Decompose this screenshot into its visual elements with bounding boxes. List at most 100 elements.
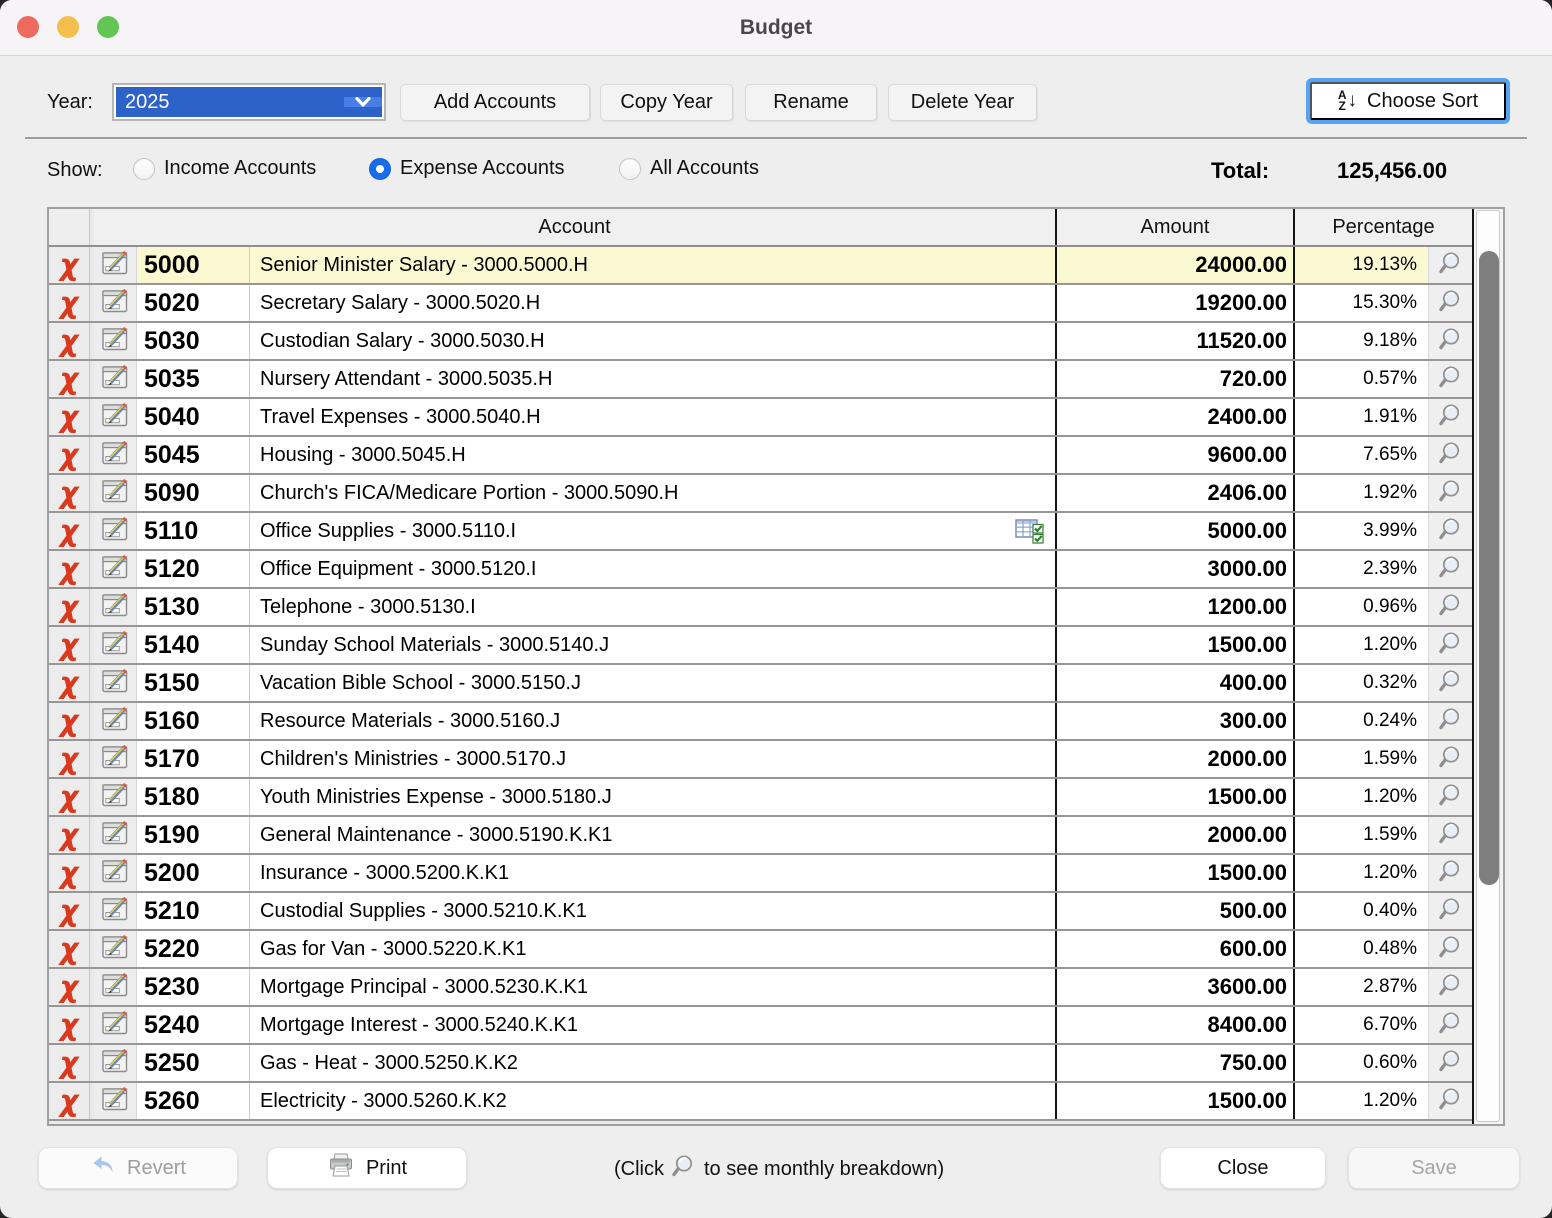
delete-account-button[interactable]: χ: [49, 855, 90, 891]
delete-account-button[interactable]: χ: [49, 1083, 90, 1119]
delete-year-button[interactable]: Delete Year: [888, 84, 1037, 121]
edit-account-button[interactable]: [94, 475, 137, 511]
edit-account-button[interactable]: [94, 589, 137, 625]
delete-account-button[interactable]: χ: [49, 779, 90, 815]
monthly-breakdown-button[interactable]: [1428, 399, 1472, 435]
amount-cell[interactable]: 1500.00: [1055, 627, 1293, 663]
monthly-breakdown-button[interactable]: [1428, 513, 1472, 549]
edit-account-button[interactable]: [94, 437, 137, 473]
delete-account-button[interactable]: χ: [49, 475, 90, 511]
edit-account-button[interactable]: [94, 893, 137, 929]
monthly-breakdown-button[interactable]: [1428, 551, 1472, 587]
amount-cell[interactable]: 300.00: [1055, 703, 1293, 739]
edit-account-button[interactable]: [94, 361, 137, 397]
monthly-breakdown-button[interactable]: [1428, 247, 1472, 283]
edit-account-button[interactable]: [94, 551, 137, 587]
rename-button[interactable]: Rename: [745, 84, 877, 121]
copy-year-button[interactable]: Copy Year: [600, 84, 733, 121]
edit-account-button[interactable]: [94, 931, 137, 967]
delete-account-button[interactable]: χ: [49, 437, 90, 473]
radio-income-accounts[interactable]: Income Accounts: [133, 157, 316, 180]
amount-cell[interactable]: 500.00: [1055, 893, 1293, 929]
monthly-breakdown-button[interactable]: [1428, 323, 1472, 359]
monthly-breakdown-button[interactable]: [1428, 855, 1472, 891]
edit-account-button[interactable]: [94, 665, 137, 701]
edit-account-button[interactable]: [94, 741, 137, 777]
delete-account-button[interactable]: χ: [49, 323, 90, 359]
print-button[interactable]: Print: [267, 1147, 467, 1189]
scrollbar-thumb[interactable]: [1479, 251, 1499, 885]
monthly-breakdown-button[interactable]: [1428, 741, 1472, 777]
amount-cell[interactable]: 24000.00: [1055, 247, 1293, 283]
edit-account-button[interactable]: [94, 1045, 137, 1081]
amount-cell[interactable]: 1500.00: [1055, 1083, 1293, 1119]
delete-account-button[interactable]: χ: [49, 703, 90, 739]
monthly-breakdown-button[interactable]: [1428, 437, 1472, 473]
save-button[interactable]: Save: [1348, 1147, 1520, 1189]
amount-cell[interactable]: 2000.00: [1055, 817, 1293, 853]
delete-account-button[interactable]: χ: [49, 665, 90, 701]
delete-account-button[interactable]: χ: [49, 513, 90, 549]
amount-cell[interactable]: 1500.00: [1055, 855, 1293, 891]
radio-expense-accounts[interactable]: Expense Accounts: [369, 157, 565, 180]
year-select[interactable]: 2025: [112, 83, 386, 121]
edit-account-button[interactable]: [94, 247, 137, 283]
edit-account-button[interactable]: [94, 817, 137, 853]
revert-button[interactable]: Revert: [38, 1147, 238, 1189]
delete-account-button[interactable]: χ: [49, 627, 90, 663]
delete-account-button[interactable]: χ: [49, 285, 90, 321]
amount-cell[interactable]: 400.00: [1055, 665, 1293, 701]
edit-account-button[interactable]: [94, 513, 137, 549]
delete-account-button[interactable]: χ: [49, 1045, 90, 1081]
edit-account-button[interactable]: [94, 779, 137, 815]
monthly-breakdown-button[interactable]: [1428, 361, 1472, 397]
monthly-breakdown-button[interactable]: [1428, 1083, 1472, 1119]
monthly-breakdown-button[interactable]: [1428, 931, 1472, 967]
close-button[interactable]: Close: [1160, 1147, 1326, 1189]
amount-cell[interactable]: 5000.00: [1055, 513, 1293, 549]
monthly-breakdown-button[interactable]: [1428, 1045, 1472, 1081]
delete-account-button[interactable]: χ: [49, 741, 90, 777]
edit-account-button[interactable]: [94, 1007, 137, 1043]
delete-account-button[interactable]: χ: [49, 551, 90, 587]
monthly-breakdown-button[interactable]: [1428, 1007, 1472, 1043]
amount-cell[interactable]: 600.00: [1055, 931, 1293, 967]
amount-cell[interactable]: 3600.00: [1055, 969, 1293, 1005]
amount-cell[interactable]: 3000.00: [1055, 551, 1293, 587]
monthly-breakdown-button[interactable]: [1428, 285, 1472, 321]
monthly-breakdown-button[interactable]: [1428, 589, 1472, 625]
delete-account-button[interactable]: χ: [49, 893, 90, 929]
monthly-breakdown-button[interactable]: [1428, 779, 1472, 815]
monthly-breakdown-button[interactable]: [1428, 627, 1472, 663]
edit-account-button[interactable]: [94, 969, 137, 1005]
amount-cell[interactable]: 2406.00: [1055, 475, 1293, 511]
edit-account-button[interactable]: [94, 627, 137, 663]
delete-account-button[interactable]: χ: [49, 817, 90, 853]
edit-account-button[interactable]: [94, 399, 137, 435]
edit-account-button[interactable]: [94, 855, 137, 891]
delete-account-button[interactable]: χ: [49, 361, 90, 397]
delete-account-button[interactable]: χ: [49, 589, 90, 625]
edit-account-button[interactable]: [94, 703, 137, 739]
amount-cell[interactable]: 19200.00: [1055, 285, 1293, 321]
monthly-breakdown-button[interactable]: [1428, 665, 1472, 701]
delete-account-button[interactable]: χ: [49, 247, 90, 283]
monthly-breakdown-button[interactable]: [1428, 475, 1472, 511]
monthly-breakdown-button[interactable]: [1428, 703, 1472, 739]
monthly-breakdown-button[interactable]: [1428, 893, 1472, 929]
scrollbar-track[interactable]: [1476, 210, 1500, 1122]
add-accounts-button[interactable]: Add Accounts: [400, 84, 590, 121]
monthly-breakdown-button[interactable]: [1428, 969, 1472, 1005]
delete-account-button[interactable]: χ: [49, 399, 90, 435]
amount-cell[interactable]: 2400.00: [1055, 399, 1293, 435]
choose-sort-button[interactable]: A Z ↓ Choose Sort: [1310, 82, 1506, 120]
amount-cell[interactable]: 11520.00: [1055, 323, 1293, 359]
radio-all-accounts[interactable]: All Accounts: [619, 157, 759, 180]
delete-account-button[interactable]: χ: [49, 931, 90, 967]
amount-cell[interactable]: 1500.00: [1055, 779, 1293, 815]
amount-cell[interactable]: 2000.00: [1055, 741, 1293, 777]
amount-cell[interactable]: 8400.00: [1055, 1007, 1293, 1043]
amount-cell[interactable]: 750.00: [1055, 1045, 1293, 1081]
delete-account-button[interactable]: χ: [49, 1007, 90, 1043]
monthly-breakdown-button[interactable]: [1428, 817, 1472, 853]
